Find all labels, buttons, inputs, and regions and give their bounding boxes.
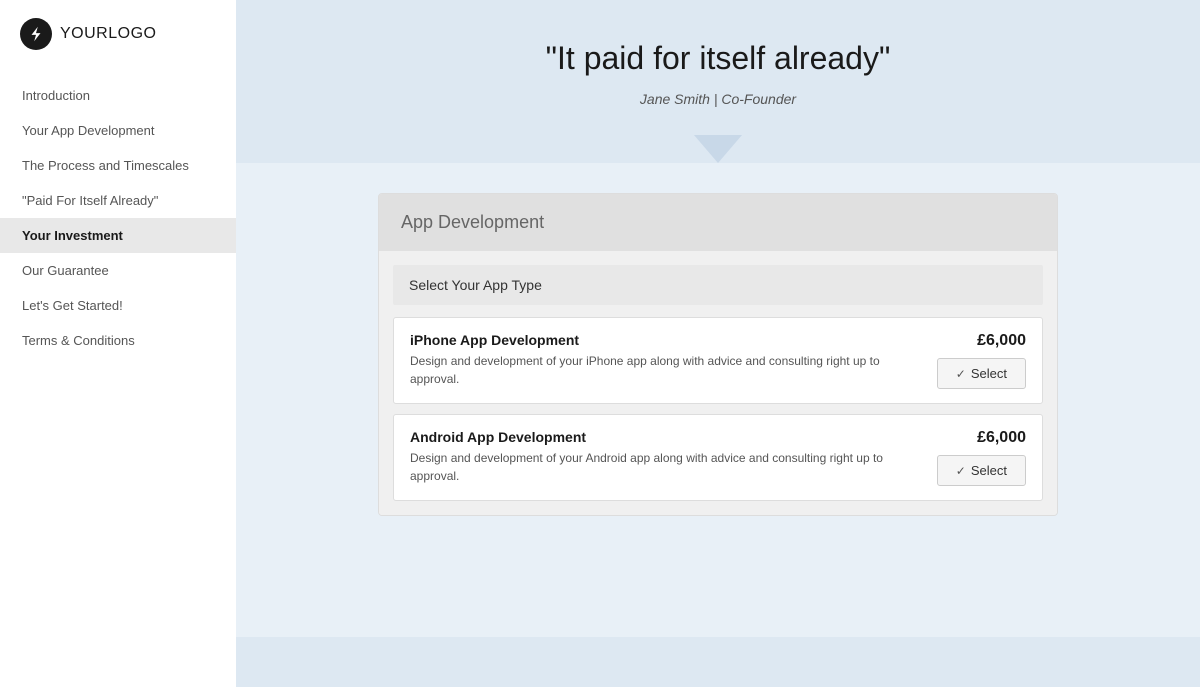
- bottom-section: [236, 637, 1200, 687]
- sidebar: YOURLOGO Introduction Your App Developme…: [0, 0, 236, 687]
- android-select-label: Select: [971, 463, 1007, 478]
- select-app-type-bar: Select Your App Type: [393, 265, 1043, 305]
- logo-regular: LOGO: [108, 25, 156, 42]
- android-option-price: £6,000: [977, 429, 1026, 447]
- check-icon-iphone: ✓: [956, 367, 966, 381]
- sidebar-item-process[interactable]: The Process and Timescales: [0, 148, 236, 183]
- iphone-option-title: iPhone App Development: [410, 332, 921, 348]
- logo-icon: [20, 18, 52, 50]
- sidebar-item-terms[interactable]: Terms & Conditions: [0, 323, 236, 358]
- hero-section: "It paid for itself already" Jane Smith …: [236, 0, 1200, 163]
- android-option-title: Android App Development: [410, 429, 921, 445]
- iphone-select-button[interactable]: ✓ Select: [937, 358, 1026, 389]
- logo-text: YOURLOGO: [60, 25, 156, 43]
- app-dev-section-title: App Development: [379, 194, 1057, 251]
- hero-author: Jane Smith | Co-Founder: [276, 91, 1160, 107]
- iphone-option-right: £6,000 ✓ Select: [937, 332, 1026, 389]
- android-option-right: £6,000 ✓ Select: [937, 429, 1026, 486]
- iphone-option-card: iPhone App Development Design and develo…: [393, 317, 1043, 404]
- sidebar-item-app-development[interactable]: Your App Development: [0, 113, 236, 148]
- chevron-down-icon: [694, 135, 742, 163]
- android-option-card: Android App Development Design and devel…: [393, 414, 1043, 501]
- lightning-bolt-icon: [27, 25, 45, 43]
- iphone-option-info: iPhone App Development Design and develo…: [410, 332, 937, 388]
- sidebar-item-guarantee[interactable]: Our Guarantee: [0, 253, 236, 288]
- nav-menu: Introduction Your App Development The Pr…: [0, 68, 236, 687]
- main-content: "It paid for itself already" Jane Smith …: [236, 0, 1200, 687]
- content-section: App Development Select Your App Type iPh…: [236, 163, 1200, 637]
- logo-area: YOURLOGO: [0, 0, 236, 68]
- sidebar-item-get-started[interactable]: Let's Get Started!: [0, 288, 236, 323]
- app-dev-body: Select Your App Type iPhone App Developm…: [379, 251, 1057, 515]
- hero-quote: "It paid for itself already": [276, 40, 1160, 77]
- sidebar-item-investment[interactable]: Your Investment: [0, 218, 236, 253]
- check-icon-android: ✓: [956, 464, 966, 478]
- iphone-select-label: Select: [971, 366, 1007, 381]
- iphone-option-desc: Design and development of your iPhone ap…: [410, 352, 921, 388]
- android-option-desc: Design and development of your Android a…: [410, 449, 921, 485]
- android-select-button[interactable]: ✓ Select: [937, 455, 1026, 486]
- sidebar-item-introduction[interactable]: Introduction: [0, 78, 236, 113]
- logo-bold: YOUR: [60, 25, 108, 42]
- hero-chevron: [276, 135, 1160, 163]
- android-option-info: Android App Development Design and devel…: [410, 429, 937, 485]
- app-development-card: App Development Select Your App Type iPh…: [378, 193, 1058, 516]
- sidebar-item-paid[interactable]: "Paid For Itself Already": [0, 183, 236, 218]
- iphone-option-price: £6,000: [977, 332, 1026, 350]
